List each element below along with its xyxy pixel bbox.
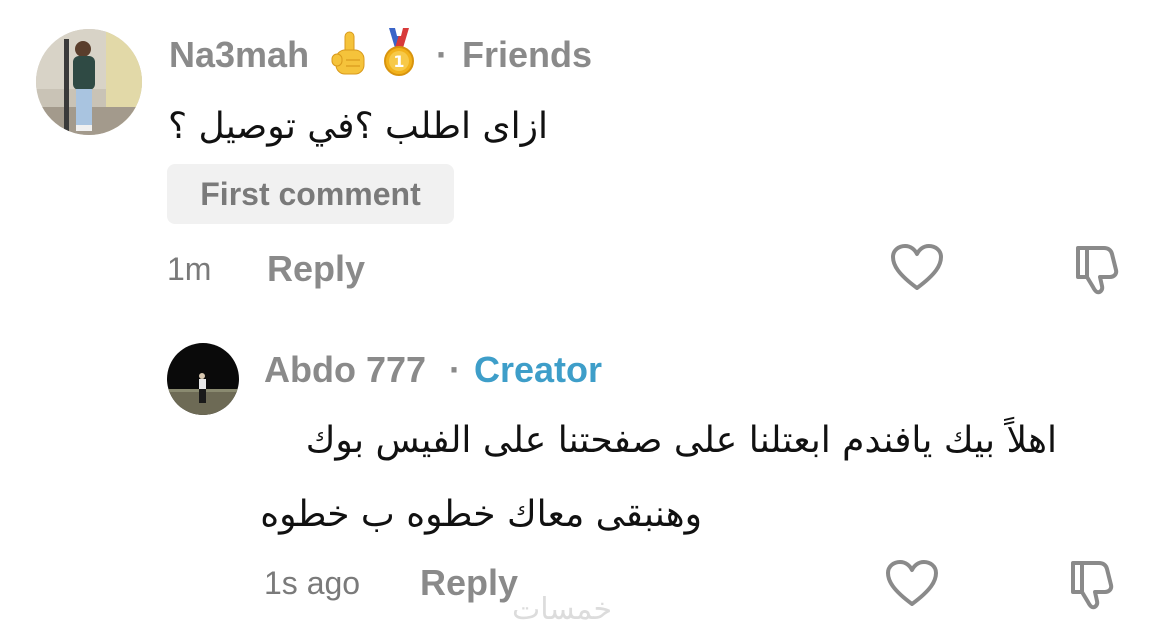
comment-timestamp: 1m (167, 251, 212, 287)
thumbs-down-icon[interactable] (1065, 558, 1119, 610)
reply-text-line-2: وهنبقى معاك خطوه ب خطوه (260, 494, 702, 535)
svg-text:1: 1 (393, 52, 404, 71)
comment-author[interactable]: Na3mah (169, 34, 309, 76)
creator-tag: Creator (474, 349, 603, 390)
first-comment-badge: First comment (167, 164, 454, 224)
reply-author[interactable]: Abdo 777 (264, 349, 426, 391)
avatar[interactable] (167, 343, 239, 415)
reply-timestamp: 1s ago (264, 565, 361, 601)
separator-dot: · (449, 349, 461, 390)
separator-dot: · (436, 34, 448, 75)
comment-text: ازاى اطلب ؟في توصيل ؟ (167, 106, 548, 147)
pointing-up-hand-emoji (330, 30, 370, 78)
badge-label: First comment (200, 175, 421, 212)
reply-text-line-1: اهلاً بيك يافندم ابعتلنا على صفحتنا على … (305, 420, 1057, 461)
thumbs-down-icon[interactable] (1070, 243, 1124, 295)
reply-button[interactable]: Reply (420, 562, 518, 604)
comments-panel: Na3mah 1 · Friends ازاى اطلب ؟في توصيل ؟… (0, 0, 1169, 640)
reply-button[interactable]: Reply (267, 248, 365, 290)
friends-tag: Friends (462, 34, 593, 75)
watermark: خمسات (512, 592, 613, 627)
heart-icon[interactable] (890, 243, 944, 293)
heart-icon[interactable] (885, 559, 939, 609)
avatar[interactable] (36, 29, 142, 135)
first-place-medal-emoji: 1 (381, 28, 417, 78)
